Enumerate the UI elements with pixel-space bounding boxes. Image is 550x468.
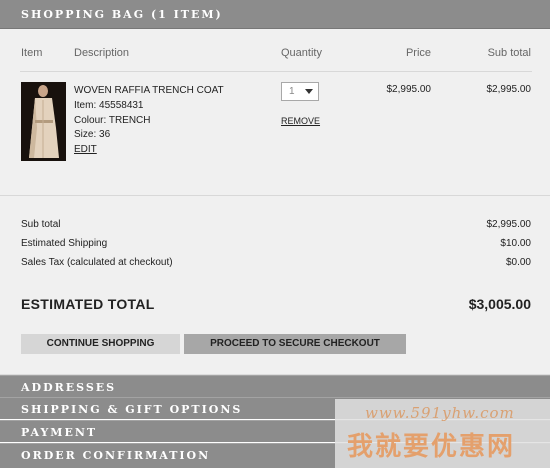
shopping-bag-panel: Item Description Quantity Price Sub tota… xyxy=(0,29,550,375)
product-divider xyxy=(0,195,550,196)
column-header-description: Description xyxy=(74,47,130,59)
watermark: www.591yhw.com 我就要优惠网 xyxy=(335,399,550,468)
header-divider xyxy=(20,71,532,72)
subtotal-value: $2,995.00 xyxy=(486,219,532,230)
product-colour: Colour: TRENCH xyxy=(74,115,151,126)
tax-value: $0.00 xyxy=(505,257,531,268)
product-price: $2,995.00 xyxy=(386,84,432,95)
product-line-total: $2,995.00 xyxy=(486,84,532,95)
quantity-value: 1 xyxy=(289,86,295,97)
edit-link[interactable]: EDIT xyxy=(74,144,97,155)
remove-link[interactable]: REMOVE xyxy=(281,116,320,126)
product-image[interactable] xyxy=(21,82,66,161)
column-header-quantity: Quantity xyxy=(281,47,322,59)
secure-checkout-button[interactable]: PROCEED TO SECURE CHECKOUT xyxy=(184,334,406,354)
section-payment-label: Payment xyxy=(21,426,98,439)
section-addresses-label: Addresses xyxy=(21,381,117,394)
chevron-down-icon xyxy=(305,89,313,94)
tax-label: Sales Tax (calculated at checkout) xyxy=(21,257,173,268)
section-order-confirmation-label: Order Confirmation xyxy=(21,449,211,462)
product-item-number: Item: 45558431 xyxy=(74,100,144,111)
shopping-bag-header: Shopping Bag (1 item) xyxy=(0,0,550,29)
shopping-bag-title: Shopping Bag (1 item) xyxy=(21,8,223,21)
watermark-text: 我就要优惠网 xyxy=(347,432,516,462)
product-size: Size: 36 xyxy=(74,129,111,140)
watermark-url: www.591yhw.com xyxy=(365,404,515,422)
subtotal-label: Sub total xyxy=(21,219,61,230)
column-header-subtotal: Sub total xyxy=(487,47,531,59)
column-header-item: Item xyxy=(21,47,43,59)
quantity-select[interactable]: 1 xyxy=(281,82,319,101)
section-shipping-gift-options-label: Shipping & Gift Options xyxy=(21,403,243,416)
shipping-value: $10.00 xyxy=(500,238,531,249)
product-name: WOVEN RAFFIA TRENCH COAT xyxy=(74,85,224,96)
estimated-total-label: ESTIMATED TOTAL xyxy=(21,296,155,312)
continue-shopping-button[interactable]: CONTINUE SHOPPING xyxy=(21,334,180,354)
section-addresses[interactable]: Addresses xyxy=(0,375,550,397)
shipping-label: Estimated Shipping xyxy=(21,238,108,249)
column-header-price: Price xyxy=(405,47,431,59)
estimated-total-value: $3,005.00 xyxy=(468,296,531,312)
